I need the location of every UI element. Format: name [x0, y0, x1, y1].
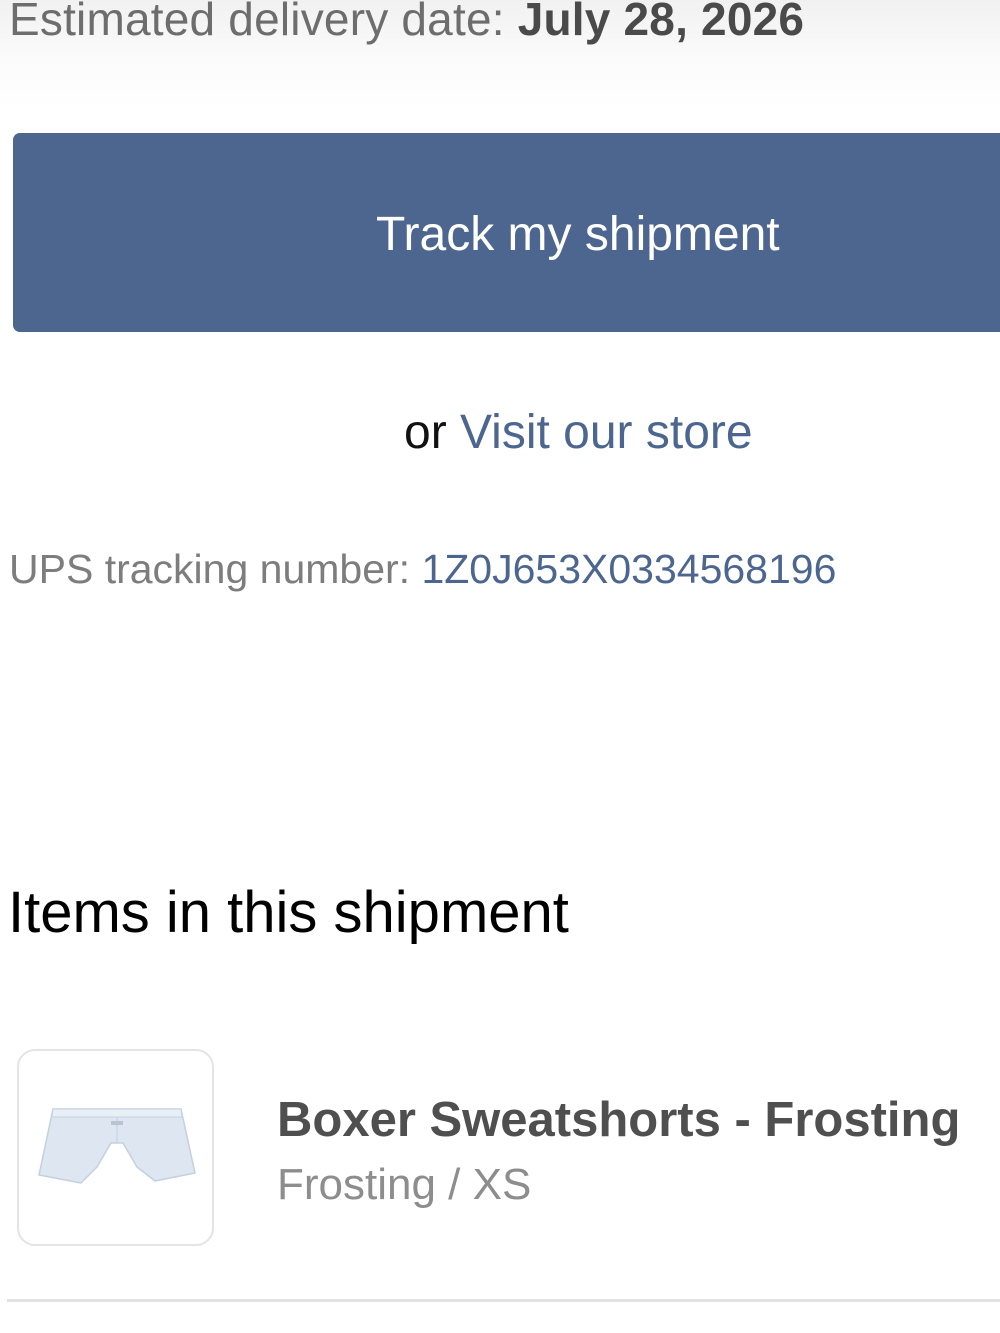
- visit-store-row: or Visit our store: [404, 405, 753, 460]
- item-name[interactable]: Boxer Sweatshorts - Frosting: [277, 1092, 960, 1148]
- or-text: or: [404, 406, 461, 459]
- tracking-number-link[interactable]: 1Z0J653X0334568196: [421, 546, 836, 592]
- visit-store-link[interactable]: Visit our store: [460, 406, 753, 459]
- item-thumbnail[interactable]: [17, 1049, 214, 1246]
- estimated-delivery: Estimated delivery date: July 28, 2026: [9, 0, 804, 46]
- items-section-title: Items in this shipment: [8, 880, 569, 945]
- item-variant: Frosting / XS: [277, 1160, 532, 1209]
- divider: [7, 1299, 1000, 1302]
- track-shipment-button[interactable]: Track my shipment: [13, 133, 1000, 332]
- tracking-number-row: UPS tracking number: 1Z0J653X0334568196: [9, 546, 836, 593]
- sweatshorts-image: [38, 1108, 196, 1184]
- delivery-label: Estimated delivery date:: [9, 0, 518, 45]
- track-shipment-label: Track my shipment: [376, 208, 780, 261]
- order-status-page: Estimated delivery date: July 28, 2026 T…: [0, 0, 1000, 1333]
- tracking-label: UPS tracking number:: [9, 546, 422, 592]
- delivery-date: July 28, 2026: [517, 0, 805, 45]
